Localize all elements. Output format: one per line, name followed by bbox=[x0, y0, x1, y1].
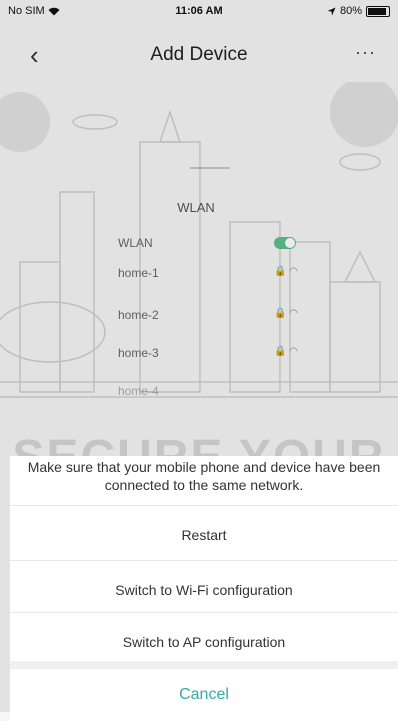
more-icon[interactable]: ··· bbox=[355, 42, 376, 63]
toggle-switch bbox=[274, 237, 296, 249]
lock-icon: 🔒 ◠ bbox=[274, 308, 298, 319]
status-bar: No SIM 11:06 AM 80% bbox=[0, 0, 398, 24]
navigation-bar: ‹ Add Device ··· bbox=[0, 28, 398, 82]
battery-status: 80% bbox=[327, 5, 390, 17]
cancel-button[interactable]: Cancel bbox=[10, 661, 398, 721]
wlan-header: WLAN bbox=[177, 200, 215, 215]
phone-frame bbox=[190, 167, 230, 169]
battery-percent: 80% bbox=[339, 5, 362, 17]
sheet-message: Make sure that your mobile phone and dev… bbox=[27, 459, 381, 493]
battery-icon bbox=[366, 5, 390, 17]
restart-button[interactable]: Restart bbox=[10, 505, 398, 564]
lock-icon: 🔒 ◠ bbox=[274, 266, 298, 277]
wlan-card: WLAN WLAN home-1 🔒 ◠ home-2 🔒 ◠ home-3 🔒… bbox=[90, 148, 302, 398]
wifi-config-button[interactable]: Switch to Wi-Fi configuration bbox=[10, 560, 398, 619]
location-icon bbox=[327, 7, 336, 15]
lock-icon: 🔒 ◠ bbox=[274, 346, 298, 357]
page-title: Add Device bbox=[150, 44, 248, 65]
battery-level bbox=[368, 7, 386, 15]
